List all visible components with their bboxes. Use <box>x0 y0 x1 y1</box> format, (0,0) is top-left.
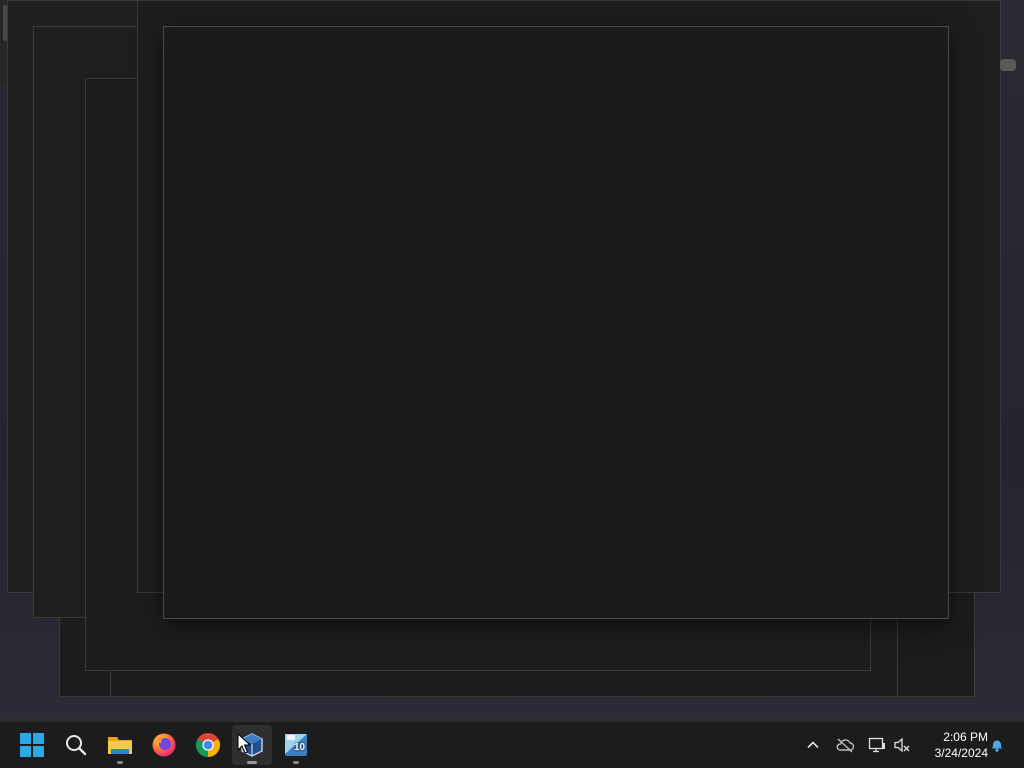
file-explorer-button[interactable] <box>100 725 140 765</box>
search-button[interactable] <box>56 725 96 765</box>
folder-icon <box>108 737 132 754</box>
clock-time: 2:06 PM <box>943 730 988 744</box>
chrome-icon <box>195 733 221 757</box>
cloud-offline-icon <box>836 738 855 753</box>
network-icon <box>868 737 885 753</box>
cad-app-button[interactable]: 10 <box>276 725 316 765</box>
running-indicator <box>293 761 299 764</box>
start-button[interactable] <box>12 725 52 765</box>
chevron-up-icon <box>807 741 819 749</box>
onedrive-tray-button[interactable] <box>834 734 856 756</box>
search-icon <box>66 735 87 756</box>
scroll-indicator <box>1000 59 1016 71</box>
clock[interactable]: 2:06 PM 3/24/2024 <box>918 729 988 761</box>
speaker-muted-icon <box>894 737 910 753</box>
running-indicator <box>117 761 123 764</box>
virtualbox-icon <box>241 733 263 757</box>
virtualbox-button[interactable] <box>232 725 272 765</box>
cad-app-badge: 10 <box>294 742 306 753</box>
foreground-window[interactable] <box>163 26 949 619</box>
windows-logo-icon <box>20 733 44 757</box>
firefox-icon <box>152 733 176 757</box>
show-hidden-icons-button[interactable] <box>802 734 824 756</box>
notification-bell-icon <box>992 740 1002 752</box>
volume-tray-button[interactable] <box>891 734 913 756</box>
firefox-button[interactable] <box>144 725 184 765</box>
network-tray-button[interactable] <box>866 734 888 756</box>
clock-date: 3/24/2024 <box>934 746 988 760</box>
taskbar: 10 2:06 PM 3/24/2024 <box>0 721 1024 768</box>
notifications-button[interactable] <box>986 734 1008 756</box>
chrome-button[interactable] <box>188 725 228 765</box>
running-indicator <box>247 761 257 764</box>
desktop <box>0 0 1024 721</box>
